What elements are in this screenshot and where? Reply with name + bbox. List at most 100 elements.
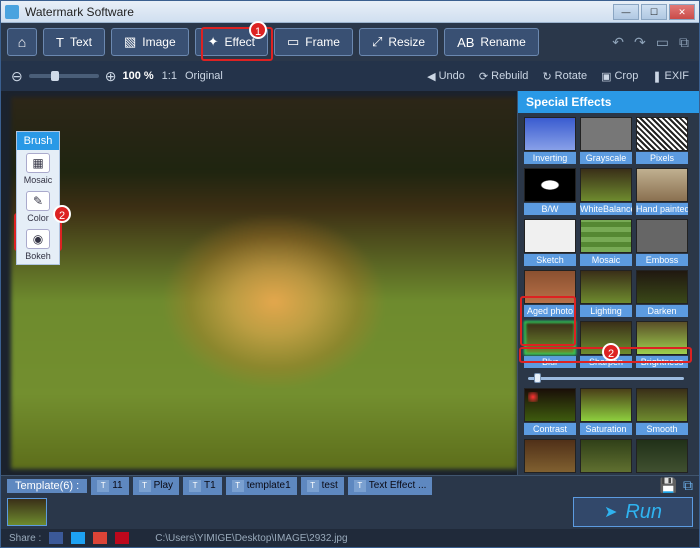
canvas-image[interactable]: [11, 97, 517, 469]
tab-text[interactable]: T Text: [43, 28, 105, 56]
template-icon: T: [354, 480, 366, 492]
effect-thumb: [636, 388, 688, 422]
effect-item[interactable]: Smooth: [636, 388, 688, 435]
effect-label: B/W: [524, 203, 576, 215]
effect-item[interactable]: [524, 439, 576, 473]
rotate-button[interactable]: ↻Rotate: [542, 70, 587, 83]
effect-item[interactable]: B/W: [524, 168, 576, 215]
rotate-icon: ↻: [542, 70, 551, 83]
effect-thumb: [636, 168, 688, 202]
color-icon: ✎: [26, 191, 50, 211]
save-template-icon[interactable]: 💾: [660, 477, 677, 494]
aspect-ratio[interactable]: 1:1: [162, 70, 177, 82]
maximize-button[interactable]: ☐: [641, 4, 667, 20]
frame-icon: ▭: [287, 34, 299, 50]
effect-thumb: [524, 168, 576, 202]
zoom-percent: 100 %: [122, 70, 153, 82]
share-twitter-icon[interactable]: [71, 532, 85, 544]
chat-icon[interactable]: ▭: [656, 34, 669, 51]
undo-button[interactable]: ◀Undo: [427, 70, 465, 83]
effect-label: Lighting: [580, 305, 632, 317]
template-item[interactable]: TT1: [183, 477, 222, 495]
tab-frame[interactable]: ▭ Frame: [274, 28, 353, 56]
share-pinterest-icon[interactable]: [115, 532, 129, 544]
effect-slider-thumb[interactable]: [534, 373, 541, 383]
effect-item[interactable]: Aged photo: [524, 270, 576, 317]
redo-icon[interactable]: ↷: [634, 34, 646, 51]
close-button[interactable]: ✕: [669, 4, 695, 20]
effect-item[interactable]: [636, 439, 688, 473]
effect-thumb: [636, 321, 688, 355]
brush-header: Brush: [17, 132, 59, 150]
template-icon: T: [232, 480, 244, 492]
effect-thumb: [636, 117, 688, 151]
crop-button[interactable]: ▣Crop: [601, 70, 638, 83]
template-item[interactable]: TText Effect ...: [348, 477, 433, 495]
list-icon[interactable]: ⧉: [679, 34, 689, 51]
run-button[interactable]: ➤ Run: [573, 497, 693, 527]
brush-item-color[interactable]: ✎ Color: [17, 188, 59, 226]
effect-item[interactable]: Hand painted: [636, 168, 688, 215]
effect-item[interactable]: Contrast: [524, 388, 576, 435]
effect-label: Aged photo: [524, 305, 576, 317]
effect-item[interactable]: Pixels: [636, 117, 688, 164]
effect-label: Grayscale: [580, 152, 632, 164]
zoom-out-icon[interactable]: ⊖: [11, 68, 23, 85]
zoom-slider-thumb[interactable]: [51, 71, 59, 81]
template-icon: T: [307, 480, 319, 492]
rename-icon: AB: [457, 35, 474, 50]
effect-item[interactable]: Lighting: [580, 270, 632, 317]
bokeh-icon: ◉: [26, 229, 50, 249]
manage-template-icon[interactable]: ⧉: [683, 477, 693, 494]
template-item[interactable]: Ttest: [301, 477, 344, 495]
effect-label: Sketch: [524, 254, 576, 266]
brush-item-mosaic[interactable]: ▦ Mosaic: [17, 150, 59, 188]
window-controls: — ☐ ✕: [613, 4, 695, 20]
effect-item[interactable]: Brightness: [636, 321, 688, 368]
template-item[interactable]: TPlay: [133, 477, 179, 495]
home-button[interactable]: ⌂: [7, 28, 37, 56]
workspace: Brush ▦ Mosaic ✎ Color ◉ Bokeh 2 Spe: [1, 91, 699, 475]
template-item[interactable]: T11: [91, 477, 128, 495]
tab-rename[interactable]: AB Rename: [444, 28, 539, 56]
effect-item[interactable]: Blur: [524, 321, 576, 368]
minimize-button[interactable]: —: [613, 4, 639, 20]
effect-item[interactable]: [580, 439, 632, 473]
tab-image[interactable]: ▧ Image: [111, 28, 189, 56]
rebuild-button[interactable]: ⟳Rebuild: [479, 70, 529, 83]
effect-thumb: [524, 219, 576, 253]
effect-label: Brightness: [636, 356, 688, 368]
effect-item[interactable]: WhiteBalance: [580, 168, 632, 215]
effect-thumb: [580, 439, 632, 473]
run-arrow-icon: ➤: [604, 502, 617, 522]
exif-button[interactable]: ❚EXIF: [652, 70, 689, 83]
effect-label: Blur: [524, 356, 576, 368]
effect-thumb: [524, 117, 576, 151]
image-thumbnail[interactable]: [7, 498, 47, 526]
effect-item[interactable]: Emboss: [636, 219, 688, 266]
zoom-slider[interactable]: [29, 74, 99, 78]
zoom-in-icon[interactable]: ⊕: [105, 68, 117, 85]
tab-resize[interactable]: ⤢ Resize: [359, 28, 438, 56]
effect-item[interactable]: Inverting: [524, 117, 576, 164]
effect-item[interactable]: Sketch: [524, 219, 576, 266]
effect-label: Contrast: [524, 423, 576, 435]
effect-slider[interactable]: [524, 372, 688, 384]
share-googleplus-icon[interactable]: [93, 532, 107, 544]
effect-item[interactable]: Darken: [636, 270, 688, 317]
text-icon: T: [56, 35, 64, 50]
run-label: Run: [625, 501, 662, 524]
template-count-label: Template(6) :: [7, 479, 87, 493]
brush-color-label: Color: [27, 213, 49, 223]
effect-item[interactable]: Grayscale: [580, 117, 632, 164]
effect-item[interactable]: Mosaic: [580, 219, 632, 266]
template-item[interactable]: Ttemplate1: [226, 477, 297, 495]
effect-label: WhiteBalance: [580, 203, 632, 215]
app-window: Watermark Software — ☐ ✕ ⌂ T Text ▧ Imag…: [0, 0, 700, 548]
effects-scroll[interactable]: Inverting Grayscale Pixels B/W WhiteBalance H…: [518, 113, 699, 475]
undo-icon[interactable]: ↶: [612, 34, 624, 51]
effect-label: Smooth: [636, 423, 688, 435]
brush-item-bokeh[interactable]: ◉ Bokeh: [17, 226, 59, 264]
effect-item[interactable]: Saturation: [580, 388, 632, 435]
share-facebook-icon[interactable]: [49, 532, 63, 544]
